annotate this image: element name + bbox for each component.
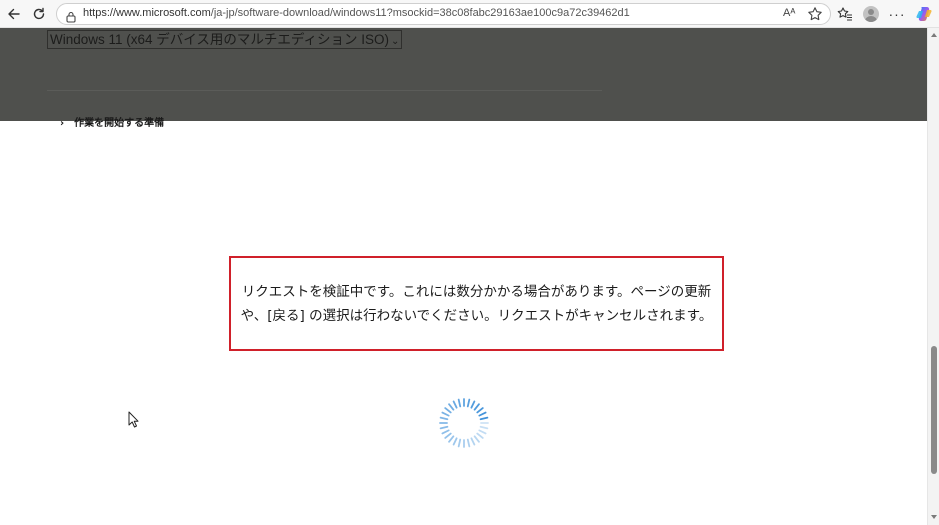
spinner-tick: [473, 435, 480, 443]
spinner-tick: [441, 411, 450, 417]
star-icon: [808, 7, 822, 21]
address-bar[interactable]: https://www.microsoft.com/ja-jp/software…: [56, 3, 831, 25]
edition-select[interactable]: Windows 11 (x64 デバイス用のマルチエディション ISO) ⌄: [47, 30, 403, 49]
spinner-tick: [448, 403, 455, 411]
spinner-tick: [466, 438, 471, 448]
refresh-icon: [33, 7, 45, 20]
scroll-down-arrow-icon[interactable]: [930, 514, 938, 520]
back-button[interactable]: [4, 4, 24, 24]
spinner-tick: [439, 416, 449, 421]
spinner-tick: [466, 398, 471, 408]
avatar-icon: [863, 6, 879, 22]
section-toggle[interactable]: › 作業を開始する準備: [60, 114, 164, 129]
section-divider: [47, 90, 602, 91]
validation-message: リクエストを検証中です。これには数分かかる場合があります。ページの更新や、[戻る…: [240, 283, 713, 324]
copilot-button[interactable]: [914, 4, 934, 24]
spinner-tick: [439, 425, 449, 430]
section-toggle-label: 作業を開始する準備: [74, 118, 165, 129]
spinner-icon: [439, 398, 489, 448]
lock-icon: [66, 11, 76, 23]
spinner-tick: [470, 437, 476, 446]
browser-toolbar: https://www.microsoft.com/ja-jp/software…: [0, 0, 939, 28]
edition-select-value: Windows 11 (x64 デバイス用のマルチエディション ISO): [50, 32, 389, 47]
mouse-cursor-icon: [128, 411, 139, 428]
arrow-left-icon: [8, 8, 20, 20]
scroll-up-arrow-icon[interactable]: [930, 32, 938, 38]
url-path: /ja-jp/software-download/windows11?msock…: [210, 7, 630, 19]
spinner-tick: [478, 429, 487, 435]
spinner-tick: [473, 403, 480, 411]
profile-button[interactable]: [861, 4, 881, 24]
copilot-icon: [916, 7, 932, 21]
favorites-button[interactable]: [835, 4, 855, 24]
spinner-tick: [448, 435, 455, 443]
refresh-button[interactable]: [29, 4, 49, 24]
scrollbar-thumb[interactable]: [931, 346, 937, 474]
spinner-tick: [444, 432, 452, 439]
more-button[interactable]: ···: [887, 4, 907, 24]
page-dim-overlay: Windows 11 (x64 デバイス用のマルチエディション ISO) ⌄ › 作…: [0, 28, 927, 129]
read-aloud-button[interactable]: Aᴬ: [783, 7, 795, 19]
spinner-tick: [452, 437, 458, 446]
more-icon: ···: [888, 6, 906, 22]
spinner-tick: [479, 416, 489, 421]
spinner-tick: [441, 429, 450, 435]
favorite-button[interactable]: [807, 6, 823, 26]
page-content: Windows 11 (x64 デバイス用のマルチエディション ISO) ⌄ › 作…: [0, 28, 927, 525]
spinner-tick: [470, 400, 476, 409]
spinner-tick: [476, 432, 484, 439]
spinner-tick: [478, 411, 487, 417]
site-info-button[interactable]: [65, 8, 77, 27]
vertical-scrollbar[interactable]: [927, 28, 939, 525]
spinner-tick: [457, 438, 462, 448]
chevron-right-icon: ›: [60, 118, 65, 129]
url-text[interactable]: https://www.microsoft.com/ja-jp/software…: [83, 7, 630, 19]
url-host: https://www.microsoft.com: [83, 7, 211, 19]
favorites-icon: [837, 7, 852, 21]
spinner-tick: [457, 398, 462, 408]
spinner-tick: [452, 400, 458, 409]
spinner-tick: [444, 407, 452, 414]
chevron-down-icon: ⌄: [390, 36, 400, 47]
validation-message-box: リクエストを検証中です。これには数分かかる場合があります。ページの更新や、[戻る…: [229, 256, 724, 351]
browser-window: https://www.microsoft.com/ja-jp/software…: [0, 0, 939, 525]
spinner-tick: [479, 425, 489, 430]
spinner-tick: [476, 407, 484, 414]
